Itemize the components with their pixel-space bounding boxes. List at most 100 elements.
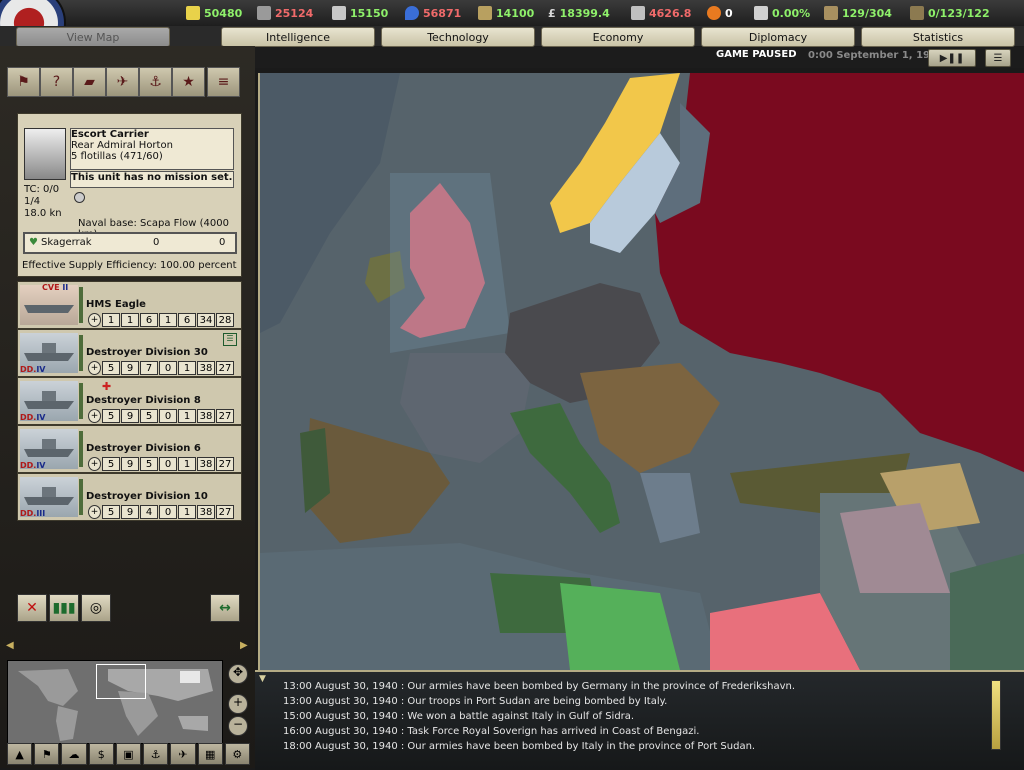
nukes-resource: 0: [707, 4, 733, 22]
air-mode-button[interactable]: ✈: [170, 743, 196, 765]
industry-mode-button[interactable]: ▦: [197, 743, 223, 765]
terrain-mode-button[interactable]: ▲: [7, 743, 33, 765]
unit-name: Destroyer Division 10: [86, 491, 208, 502]
convoy-icon: [910, 6, 924, 20]
question-icon: ?: [52, 74, 61, 90]
split-unit-button[interactable]: ▮▮▮: [49, 594, 79, 622]
zoom-center-button[interactable]: ✥: [228, 664, 248, 684]
unit-row[interactable]: DD.IV ☰ Destroyer Division 30 +5 9 7 0 1 38 27: [17, 329, 242, 377]
play-pause-icon: ▶❚❚: [939, 52, 965, 64]
main-tab-bar: View Map Intelligence Technology Economy…: [0, 26, 1024, 47]
tab-statistics[interactable]: Statistics: [861, 27, 1015, 47]
unit-name: Destroyer Division 8: [86, 395, 201, 406]
anchor-icon: ⚓: [150, 747, 161, 761]
supplies-resource: 14100: [478, 4, 534, 22]
unit-row[interactable]: DD.IV Destroyer Division 6 +5 9 5 0 1 38 27: [17, 425, 242, 473]
plane-icon: ✈: [178, 747, 188, 761]
convoys-resource: 0/123/122: [910, 4, 990, 22]
weather-mode-button[interactable]: ☁: [61, 743, 87, 765]
metal-icon: [257, 6, 271, 20]
zoom-in-icon: +: [232, 695, 244, 709]
unit-stats: +5 9 7 0 1 38 27: [88, 361, 235, 375]
unit-row[interactable]: DD.IV ✚ Destroyer Division 8 +5 9 5 0 1 38 27: [17, 377, 242, 425]
resource-bar: 50480 25124 15150 56871 14100 £18399.4 4…: [0, 0, 1024, 60]
naval-filter-button[interactable]: ⚓: [139, 67, 172, 97]
supply-efficiency: Effective Supply Efficiency: 100.00 perc…: [22, 260, 237, 271]
tab-economy[interactable]: Economy: [541, 27, 695, 47]
minimap-viewport[interactable]: [96, 664, 146, 699]
log-entry: 18:00 August 30, 1940 : Our armies have …: [283, 741, 756, 752]
plus-icon[interactable]: +: [88, 457, 101, 471]
armor-filter-button[interactable]: ▰: [73, 67, 106, 97]
order-icon: [74, 192, 85, 203]
stars-filter-button[interactable]: ★: [172, 67, 205, 97]
oil-resource: 56871: [405, 4, 461, 22]
economy-mode-button[interactable]: $: [88, 743, 114, 765]
commander-portrait: [24, 128, 66, 180]
tab-diplomacy[interactable]: Diplomacy: [701, 27, 855, 47]
location-box[interactable]: ♥ Skagerrak 0 0: [23, 232, 237, 254]
unit-stats: +5 9 4 0 1 38 27: [88, 505, 235, 519]
unit-name: Destroyer Division 30: [86, 347, 208, 358]
manpower-icon: [631, 6, 645, 20]
location-icon: ♥: [29, 237, 38, 248]
tab-intelligence[interactable]: Intelligence: [221, 27, 375, 47]
log-entry: 13:00 August 30, 1940 : Our armies have …: [283, 681, 796, 692]
scroll-right-icon[interactable]: ▶: [240, 640, 248, 651]
europe-map-svg: [260, 73, 1024, 670]
dissent-icon: [754, 6, 768, 20]
tank-icon: ▰: [84, 74, 95, 90]
red-x-icon: ✕: [26, 600, 38, 616]
target-button[interactable]: ◎: [81, 594, 111, 622]
unit-row[interactable]: CVE II HMS Eagle +1 1 6 1 6 34 28: [17, 281, 242, 329]
dollar-icon: $: [97, 747, 105, 761]
zoom-out-button[interactable]: −: [228, 716, 248, 736]
soldiers-icon: ▮▮▮: [52, 600, 76, 616]
disband-button[interactable]: ✕: [17, 594, 47, 622]
plus-icon[interactable]: +: [88, 505, 101, 519]
supply-mode-button[interactable]: ▣: [115, 743, 142, 765]
gear-icon: ⚙: [232, 747, 243, 761]
rare-materials-resource: 15150: [332, 4, 388, 22]
menu-button[interactable]: ☰: [985, 49, 1011, 67]
airplane-icon: ✈: [116, 74, 129, 90]
tab-view-map[interactable]: View Map: [16, 27, 170, 47]
plus-icon[interactable]: +: [88, 409, 101, 423]
target-icon: ◎: [89, 600, 103, 616]
plus-icon[interactable]: +: [88, 361, 101, 375]
tab-technology[interactable]: Technology: [381, 27, 535, 47]
scroll-left-icon[interactable]: ◀: [6, 640, 14, 651]
log-scrollbar[interactable]: [991, 680, 1001, 750]
play-pause-button[interactable]: ▶❚❚: [928, 49, 976, 67]
land-unit-icon: ⚑: [17, 74, 30, 90]
zoom-in-button[interactable]: +: [228, 694, 248, 714]
unit-row[interactable]: DD.III Destroyer Division 10 +5 9 4 0 1 38 27: [17, 473, 242, 521]
diplomacy-mode-button[interactable]: ⚙: [224, 743, 250, 765]
log-entry: 15:00 August 30, 1940 : We won a battle …: [283, 711, 635, 722]
star-icon: ★: [182, 74, 195, 90]
air-filter-button[interactable]: ✈: [106, 67, 139, 97]
naval-mode-button[interactable]: ⚓: [143, 743, 169, 765]
help-button[interactable]: ?: [40, 67, 73, 97]
arrows-icon: ↔: [219, 600, 231, 616]
rare-materials-icon: [332, 6, 346, 20]
log-collapse-icon[interactable]: ▼: [259, 674, 266, 684]
plus-icon[interactable]: +: [88, 313, 101, 327]
transport-capacity: TC: 0/0: [24, 184, 60, 195]
cloud-icon: ☁: [68, 747, 80, 761]
mission-icon: ☰: [223, 333, 237, 346]
land-units-filter-button[interactable]: ⚑: [7, 67, 40, 97]
unit-type: Escort Carrier: [71, 129, 149, 140]
mission-status: This unit has no mission set.: [70, 171, 234, 188]
crosshair-icon: ✥: [232, 665, 244, 679]
transports-resource: 129/304: [824, 4, 892, 22]
world-map[interactable]: [258, 73, 1024, 670]
reorganize-button[interactable]: ↔: [210, 594, 240, 622]
commander-name: Rear Admiral Horton: [71, 140, 173, 151]
unit-stats: +5 9 5 0 1 38 27: [88, 457, 235, 471]
medic-cross-icon: ✚: [102, 380, 112, 393]
political-mode-button[interactable]: ⚑: [34, 743, 60, 765]
energy-resource: 50480: [186, 4, 242, 22]
game-date: 0:00 September 1, 1940: [808, 50, 944, 61]
sort-button[interactable]: ≡: [207, 67, 240, 97]
